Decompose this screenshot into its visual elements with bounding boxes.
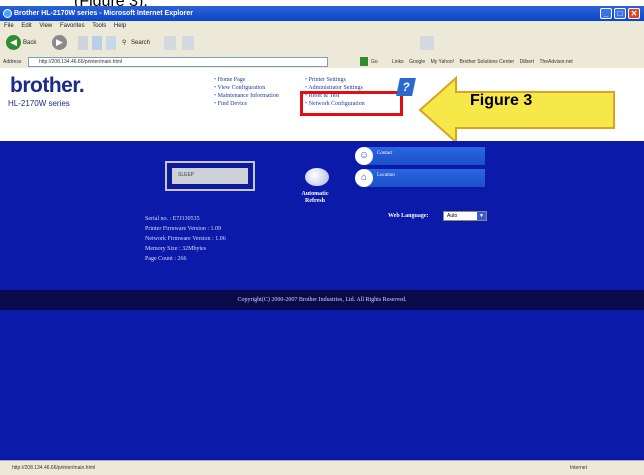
status-zone: Internet	[570, 465, 587, 471]
title-bar: Brother HL-2170W series - Microsoft Inte…	[0, 6, 644, 21]
link-dilbert[interactable]: Dilbert	[520, 59, 534, 65]
contact-field: ☺ Contact	[355, 147, 485, 165]
home-icon[interactable]	[106, 36, 116, 50]
minimize-button[interactable]: _	[600, 8, 612, 19]
figure-label: Figure 3	[470, 92, 533, 109]
menu-view[interactable]: View	[39, 23, 52, 29]
link-my-yahoo[interactable]: My Yahoo!	[431, 59, 454, 65]
back-button-label[interactable]: Back	[23, 36, 36, 50]
memory-size: Memory Size : 32Mbytes	[145, 246, 207, 252]
contact-label: Contact	[377, 151, 393, 156]
extra-toolbar-icon[interactable]	[420, 36, 434, 50]
link-google[interactable]: Google	[409, 59, 425, 65]
window-title: Brother HL-2170W series - Microsoft Inte…	[14, 10, 193, 17]
printer-firmware-version: Printer Firmware Version : 1.09	[145, 226, 222, 232]
status-url: http://208.134.46.66/printer/main.html	[12, 465, 96, 471]
page-count: Page Count : 266	[145, 256, 187, 262]
location-icon: ⌂	[355, 169, 373, 187]
links-bar: Links Google My Yahoo! Brother Solutions…	[392, 56, 644, 68]
address-label: Address	[3, 59, 22, 65]
help-icon[interactable]: ?	[396, 78, 416, 96]
print-icon[interactable]	[182, 36, 194, 50]
maximize-button[interactable]: □	[614, 8, 626, 19]
nav-left: • Home Page • View Configuration • Maint…	[214, 76, 279, 108]
refresh-globe-icon[interactable]	[305, 168, 329, 186]
stop-icon[interactable]	[78, 36, 88, 50]
nav-view-configuration[interactable]: • View Configuration	[214, 84, 279, 92]
menu-tools[interactable]: Tools	[92, 23, 106, 29]
go-arrow-icon[interactable]	[360, 57, 368, 66]
link-brother-solutions[interactable]: Brother Solutions Center	[459, 59, 514, 65]
menu-edit[interactable]: Edit	[21, 23, 31, 29]
copyright-footer: Copyright(C) 2000-2007 Brother Industrie…	[0, 290, 644, 310]
network-firmware-version: Network Firmware Version : 1.06	[145, 236, 226, 242]
web-language-value: Auto	[447, 213, 458, 219]
highlight-box	[300, 91, 403, 116]
menu-favorites[interactable]: Favorites	[60, 23, 85, 29]
menu-help[interactable]: Help	[114, 23, 126, 29]
nav-home-page[interactable]: • Home Page	[214, 76, 279, 84]
chevron-down-icon[interactable]: ▼	[477, 212, 486, 220]
search-button-label[interactable]: Search	[131, 36, 150, 50]
printer-status-box: SLEEP	[165, 161, 255, 191]
forward-arrow-icon[interactable]: ▶	[52, 35, 67, 50]
toolbar: ◀ Back ▶ ⚲ Search	[0, 31, 644, 56]
go-button[interactable]: Go	[371, 56, 378, 68]
menu-file[interactable]: File	[4, 23, 14, 29]
printer-status-display: SLEEP	[172, 168, 248, 184]
model-name: HL-2170W series	[8, 99, 70, 108]
location-field: ⌂ Location	[355, 169, 485, 187]
links-label: Links	[392, 59, 404, 65]
mail-icon[interactable]	[164, 36, 176, 50]
back-arrow-icon[interactable]: ◀	[6, 35, 21, 50]
status-bar: http://208.134.46.66/printer/main.html I…	[0, 460, 644, 475]
web-language-select[interactable]: Auto ▼	[443, 211, 487, 221]
serial-number: Serial no. : E7J130535	[145, 216, 200, 222]
device-info: Serial no. : E7J130535 Printer Firmware …	[145, 214, 226, 264]
contact-icon: ☺	[355, 147, 373, 165]
menu-bar: File Edit View Favorites Tools Help	[0, 21, 644, 31]
status-panel: SLEEP Automatic Refresh ☺ Contact ⌂ Loca…	[0, 141, 644, 271]
search-icon[interactable]: ⚲	[122, 36, 126, 50]
location-label: Location	[377, 173, 395, 178]
nav-find-device[interactable]: • Find Device	[214, 100, 279, 108]
automatic-refresh-label[interactable]: Automatic Refresh	[295, 191, 335, 205]
close-button[interactable]: ✕	[628, 8, 640, 19]
address-bar: Address http://208.134.46.66/printer/mai…	[0, 56, 644, 68]
browser-window: Brother HL-2170W series - Microsoft Inte…	[0, 6, 644, 475]
callout-arrow-icon	[418, 76, 615, 144]
web-language-label: Web Language:	[388, 213, 429, 219]
page-content: brother. HL-2170W series • Home Page • V…	[0, 68, 644, 466]
refresh-icon[interactable]	[92, 36, 102, 50]
address-input[interactable]: http://208.134.46.66/printer/main.html	[28, 57, 328, 67]
link-theadvisor[interactable]: TheAdvisor.net	[539, 59, 572, 65]
ie-icon	[3, 9, 12, 18]
nav-printer-settings[interactable]: • Printer Settings	[305, 76, 365, 84]
brother-logo: brother.	[10, 74, 85, 97]
nav-maintenance-information[interactable]: • Maintenance Information	[214, 92, 279, 100]
